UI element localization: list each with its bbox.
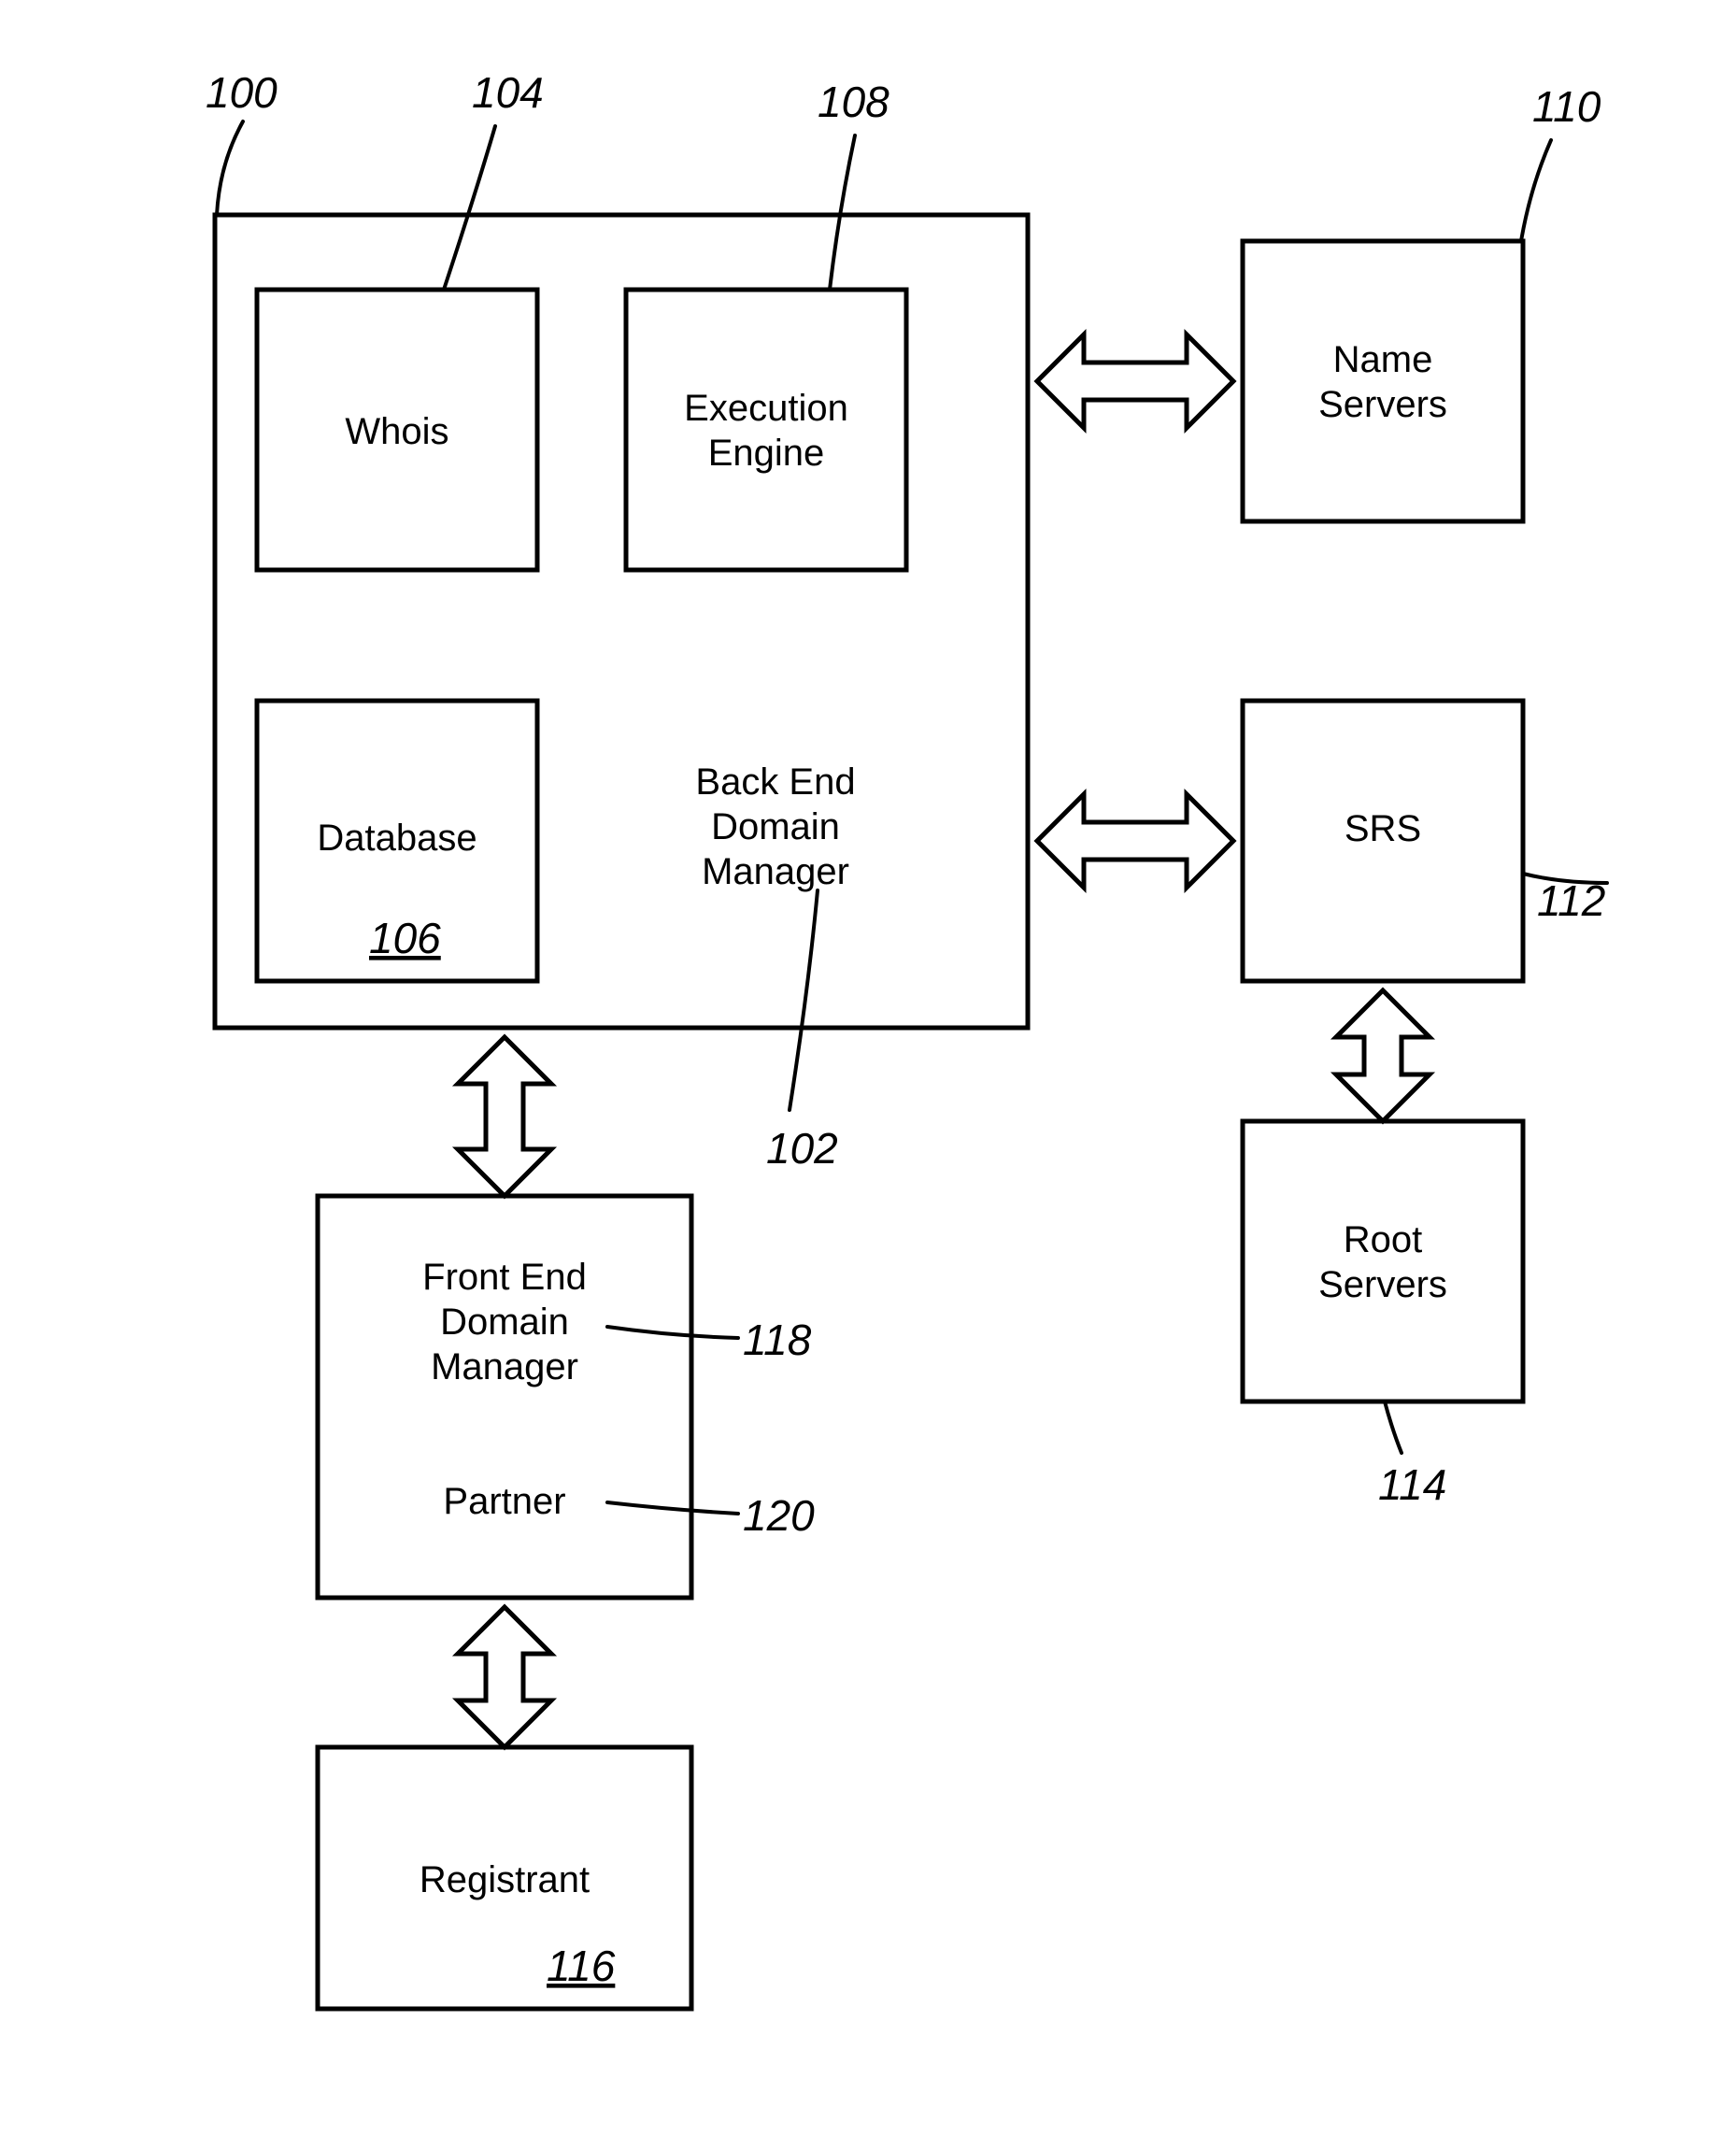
label-root1: Root <box>1344 1219 1423 1260</box>
diagram-root: Whois Execution Engine Database 106 Back… <box>0 0 1736 2134</box>
label-root2: Servers <box>1318 1264 1447 1305</box>
label-ns1: Name <box>1333 339 1433 380</box>
label-bedm3: Manager <box>702 851 849 892</box>
refnum-118: 118 <box>743 1316 812 1364</box>
label-ns2: Servers <box>1318 384 1447 425</box>
refnum-116: 116 <box>547 1942 616 1990</box>
refnum-106: 106 <box>369 914 441 962</box>
label-database: Database <box>317 818 477 859</box>
refnum-114: 114 <box>1378 1460 1446 1509</box>
arrow-partner-to-registrant <box>458 1607 551 1747</box>
refnum-108: 108 <box>818 78 889 126</box>
lead-114 <box>1385 1401 1402 1453</box>
lead-110 <box>1521 140 1551 241</box>
label-fedm3: Manager <box>431 1346 578 1387</box>
refnum-120: 120 <box>743 1491 815 1540</box>
label-srs: SRS <box>1345 808 1421 849</box>
box-root-servers <box>1243 1121 1523 1401</box>
label-fedm1: Front End <box>422 1257 587 1298</box>
lead-100 <box>217 121 243 215</box>
arrow-backend-to-partner <box>458 1037 551 1196</box>
label-whois: Whois <box>345 411 448 452</box>
label-bedm2: Domain <box>711 806 840 847</box>
label-bedm1: Back End <box>695 761 855 803</box>
refnum-112: 112 <box>1537 876 1605 925</box>
refnum-110: 110 <box>1532 82 1601 131</box>
arrow-backend-to-nameservers <box>1037 334 1233 428</box>
arrow-backend-to-srs <box>1037 794 1233 888</box>
label-fedm2: Domain <box>440 1302 569 1343</box>
refnum-104: 104 <box>472 68 544 117</box>
box-execution-engine <box>626 290 906 570</box>
label-registrant: Registrant <box>420 1859 590 1900</box>
box-name-servers <box>1243 241 1523 521</box>
label-exec2: Engine <box>708 433 825 474</box>
refnum-100: 100 <box>206 68 277 117</box>
label-exec1: Execution <box>684 388 848 429</box>
label-partner: Partner <box>443 1481 565 1522</box>
refnum-102: 102 <box>766 1124 838 1173</box>
arrow-srs-to-root <box>1336 990 1430 1121</box>
